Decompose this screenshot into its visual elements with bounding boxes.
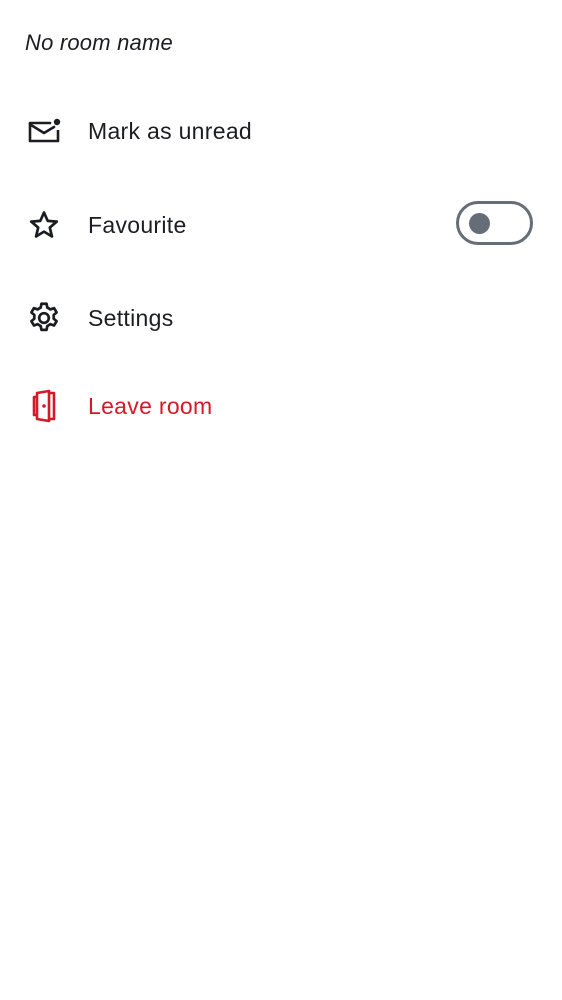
leave-room-label: Leave room bbox=[88, 393, 213, 419]
mark-as-unread-item[interactable]: Mark as unread bbox=[0, 99, 562, 163]
settings-label: Settings bbox=[88, 305, 174, 331]
leave-room-item[interactable]: Leave room bbox=[0, 374, 562, 438]
mark-as-unread-label: Mark as unread bbox=[88, 118, 252, 144]
gear-icon bbox=[26, 300, 62, 336]
toggle-knob bbox=[469, 213, 490, 234]
leave-door-icon bbox=[26, 388, 62, 424]
star-icon bbox=[26, 207, 62, 243]
room-options-sheet: No room name Mark as unread Favourite Se… bbox=[0, 0, 562, 1000]
favourite-item[interactable]: Favourite bbox=[0, 193, 562, 257]
favourite-toggle[interactable] bbox=[456, 201, 533, 245]
settings-item[interactable]: Settings bbox=[0, 286, 562, 350]
favourite-label: Favourite bbox=[88, 212, 187, 238]
room-name-title: No room name bbox=[25, 30, 173, 55]
mail-unread-icon bbox=[26, 113, 62, 149]
